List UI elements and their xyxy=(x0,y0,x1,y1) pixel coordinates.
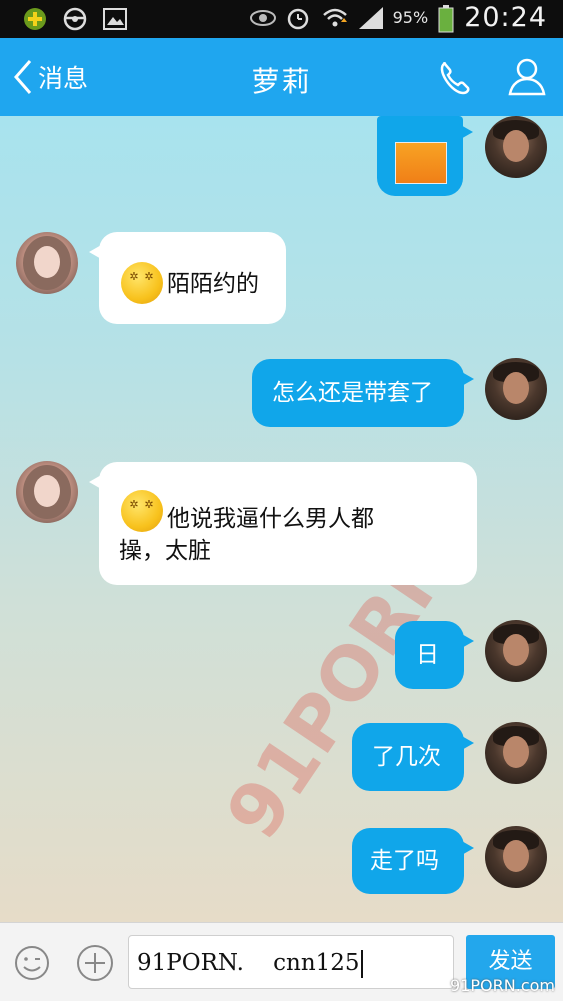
eye-icon xyxy=(249,5,276,31)
message-input[interactable]: 91PORN. cnn125 xyxy=(128,935,454,989)
message-text: 怎么还是带套了 xyxy=(272,380,433,406)
message-bubble-outgoing[interactable]: 了几次 xyxy=(352,723,474,791)
message-text: 日 xyxy=(416,642,439,668)
message-list[interactable]: 91PORN ✲ ✲ 陌陌约的 怎么还是带套了 ✲ ✲ 他说我逼什么男人都 操，太脏 xyxy=(0,116,563,922)
dizzy-smile-emoji: ✲ ✲ xyxy=(121,490,163,532)
message-input-value: 91PORN. cnn125 xyxy=(137,950,360,976)
my-avatar[interactable] xyxy=(485,358,547,420)
person-icon xyxy=(508,58,546,96)
message-bubble-incoming[interactable]: ✲ ✲ 陌陌约的 xyxy=(89,232,286,324)
profile-button[interactable] xyxy=(506,56,550,98)
message-bubble-outgoing[interactable]: 日 xyxy=(395,621,474,689)
smiley-face-icon xyxy=(15,946,49,980)
battery-percent: 95% xyxy=(392,8,429,27)
input-bar: 91PORN. cnn125 发送 91PORN.com xyxy=(0,922,563,1001)
clock: 20:24 xyxy=(464,2,547,33)
plus-button[interactable] xyxy=(76,944,114,982)
message-bubble-outgoing[interactable]: 走了吗 xyxy=(352,828,474,894)
app-plus-icon xyxy=(22,6,48,32)
message-text-line2: 操，太脏 xyxy=(119,538,211,564)
message-text: 陌陌约的 xyxy=(167,271,259,297)
message-bubble-outgoing[interactable]: 怎么还是带套了 xyxy=(252,359,474,427)
message-bubble-outgoing[interactable] xyxy=(377,116,473,196)
message-bubble-incoming[interactable]: ✲ ✲ 他说我逼什么男人都 操，太脏 xyxy=(89,462,477,585)
contact-avatar[interactable] xyxy=(16,461,78,523)
message-text-line1: 他说我逼什么男人都 xyxy=(167,506,374,532)
my-avatar[interactable] xyxy=(485,826,547,888)
corner-watermark: 91PORN.com xyxy=(450,976,555,995)
call-button[interactable] xyxy=(436,58,480,98)
battery-icon xyxy=(438,4,454,32)
wifi-icon xyxy=(321,5,347,31)
contact-avatar[interactable] xyxy=(16,232,78,294)
message-text: 了几次 xyxy=(372,744,441,770)
steering-wheel-icon xyxy=(62,6,88,32)
gallery-icon xyxy=(102,6,128,32)
my-avatar[interactable] xyxy=(485,620,547,682)
my-avatar[interactable] xyxy=(485,116,547,178)
plus-icon xyxy=(77,945,113,981)
alarm-icon xyxy=(285,5,311,31)
phone-icon xyxy=(440,62,470,95)
my-avatar[interactable] xyxy=(485,722,547,784)
status-bar: 95% 20:24 xyxy=(0,0,563,38)
signal-icon xyxy=(357,5,383,31)
dizzy-smile-emoji: ✲ ✲ xyxy=(121,262,163,304)
image-thumbnail[interactable] xyxy=(395,142,447,184)
chat-header: 消息 萝莉 xyxy=(0,38,563,116)
message-text: 走了吗 xyxy=(370,848,439,874)
text-caret xyxy=(360,950,363,978)
emoji-button[interactable] xyxy=(14,945,50,981)
